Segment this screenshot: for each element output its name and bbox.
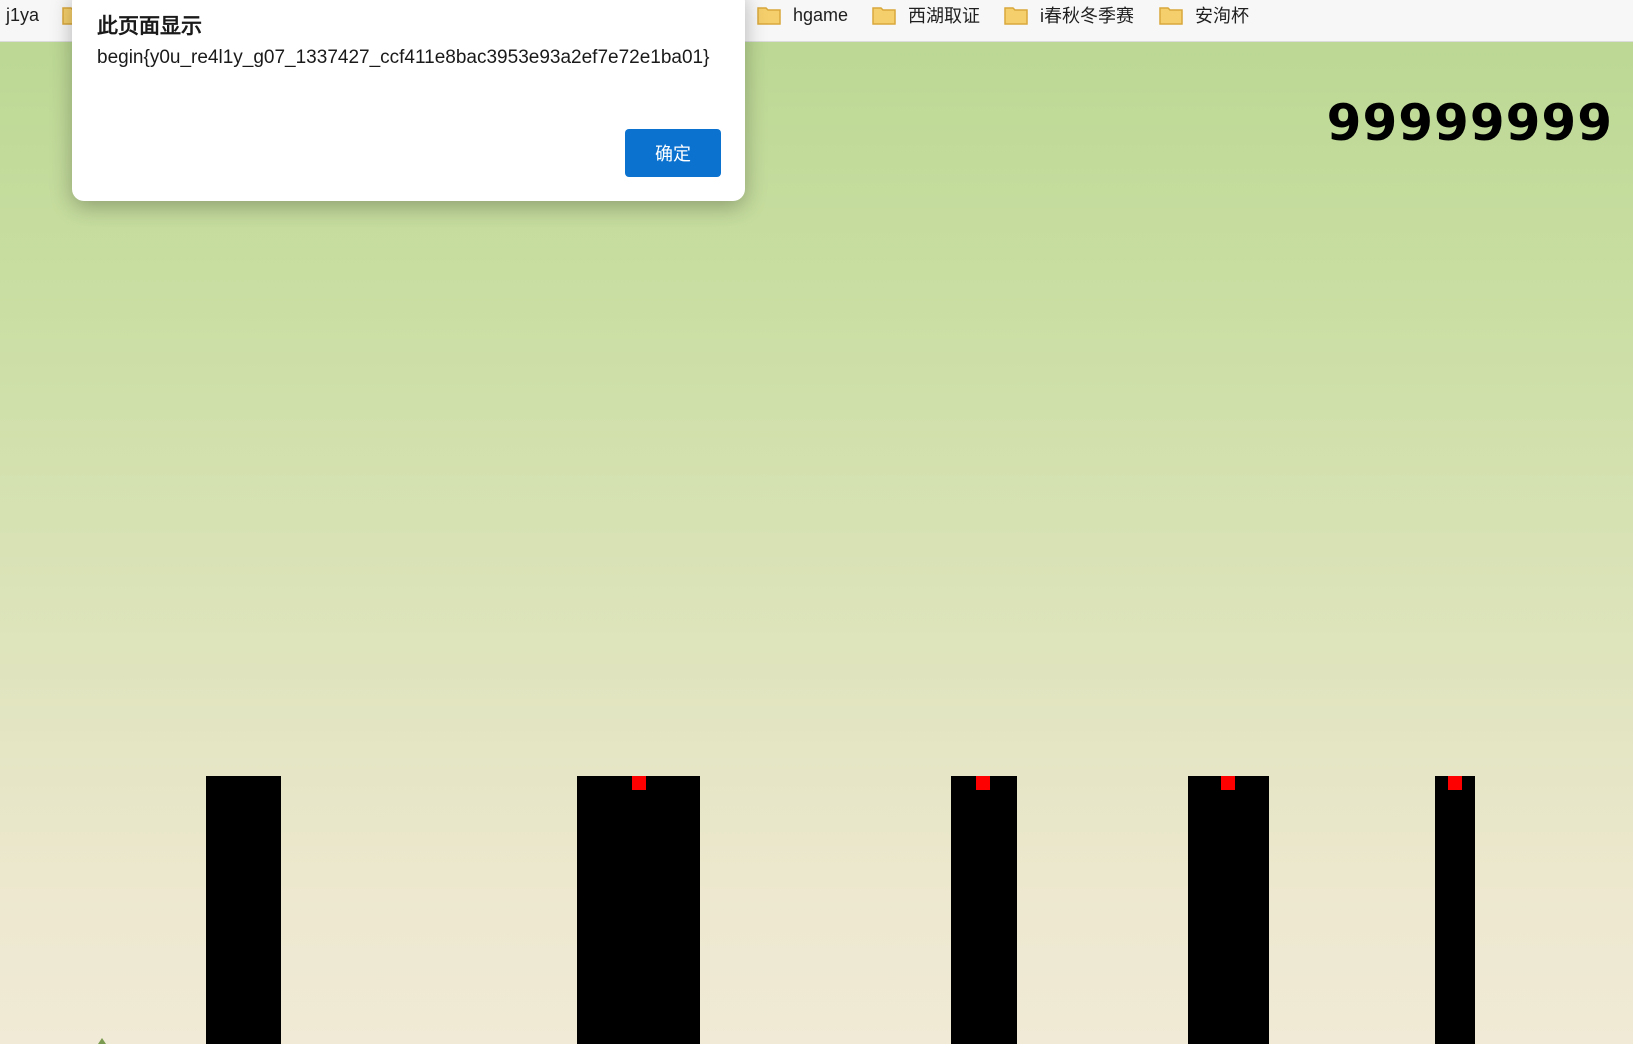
red-marker: [1221, 776, 1235, 790]
bookmark-j1ya[interactable]: j1ya: [6, 0, 39, 30]
alert-message: begin{y0u_re4l1y_g07_1337427_ccf411e8bac…: [97, 47, 710, 68]
bookmark-label: i春秋冬季赛: [1040, 6, 1134, 26]
pillar: [206, 776, 281, 1044]
bookmark-ichunqiu[interactable]: i春秋冬季赛: [1004, 0, 1134, 30]
bookmark-label: 安洵杯: [1195, 6, 1249, 26]
red-marker: [632, 776, 646, 790]
pillar: [951, 776, 1017, 1044]
alert-title: 此页面显示: [97, 15, 202, 38]
pillar: [577, 776, 700, 1044]
bookmark-label: hgame: [793, 4, 849, 25]
bookmark-label: j1ya: [6, 4, 40, 25]
pillar: [1435, 776, 1475, 1044]
folder-icon: [757, 7, 781, 25]
alert-dialog: 此页面显示 begin{y0u_re4l1y_g07_1337427_ccf41…: [72, 0, 745, 201]
folder-icon: [1004, 7, 1028, 25]
bookmark-xihu[interactable]: 西湖取证: [872, 0, 980, 30]
player-sprite: [98, 1038, 106, 1044]
red-marker: [1448, 776, 1462, 790]
bookmark-hgame[interactable]: hgame: [757, 0, 848, 30]
folder-icon: [1159, 7, 1183, 25]
ok-button[interactable]: 确定: [625, 129, 721, 177]
bookmark-label: 西湖取证: [908, 6, 980, 26]
score-display: 99999999: [1326, 94, 1613, 152]
red-marker: [976, 776, 990, 790]
folder-icon: [872, 7, 896, 25]
bookmark-anxun[interactable]: 安洵杯: [1159, 0, 1249, 30]
pillar: [1188, 776, 1269, 1044]
